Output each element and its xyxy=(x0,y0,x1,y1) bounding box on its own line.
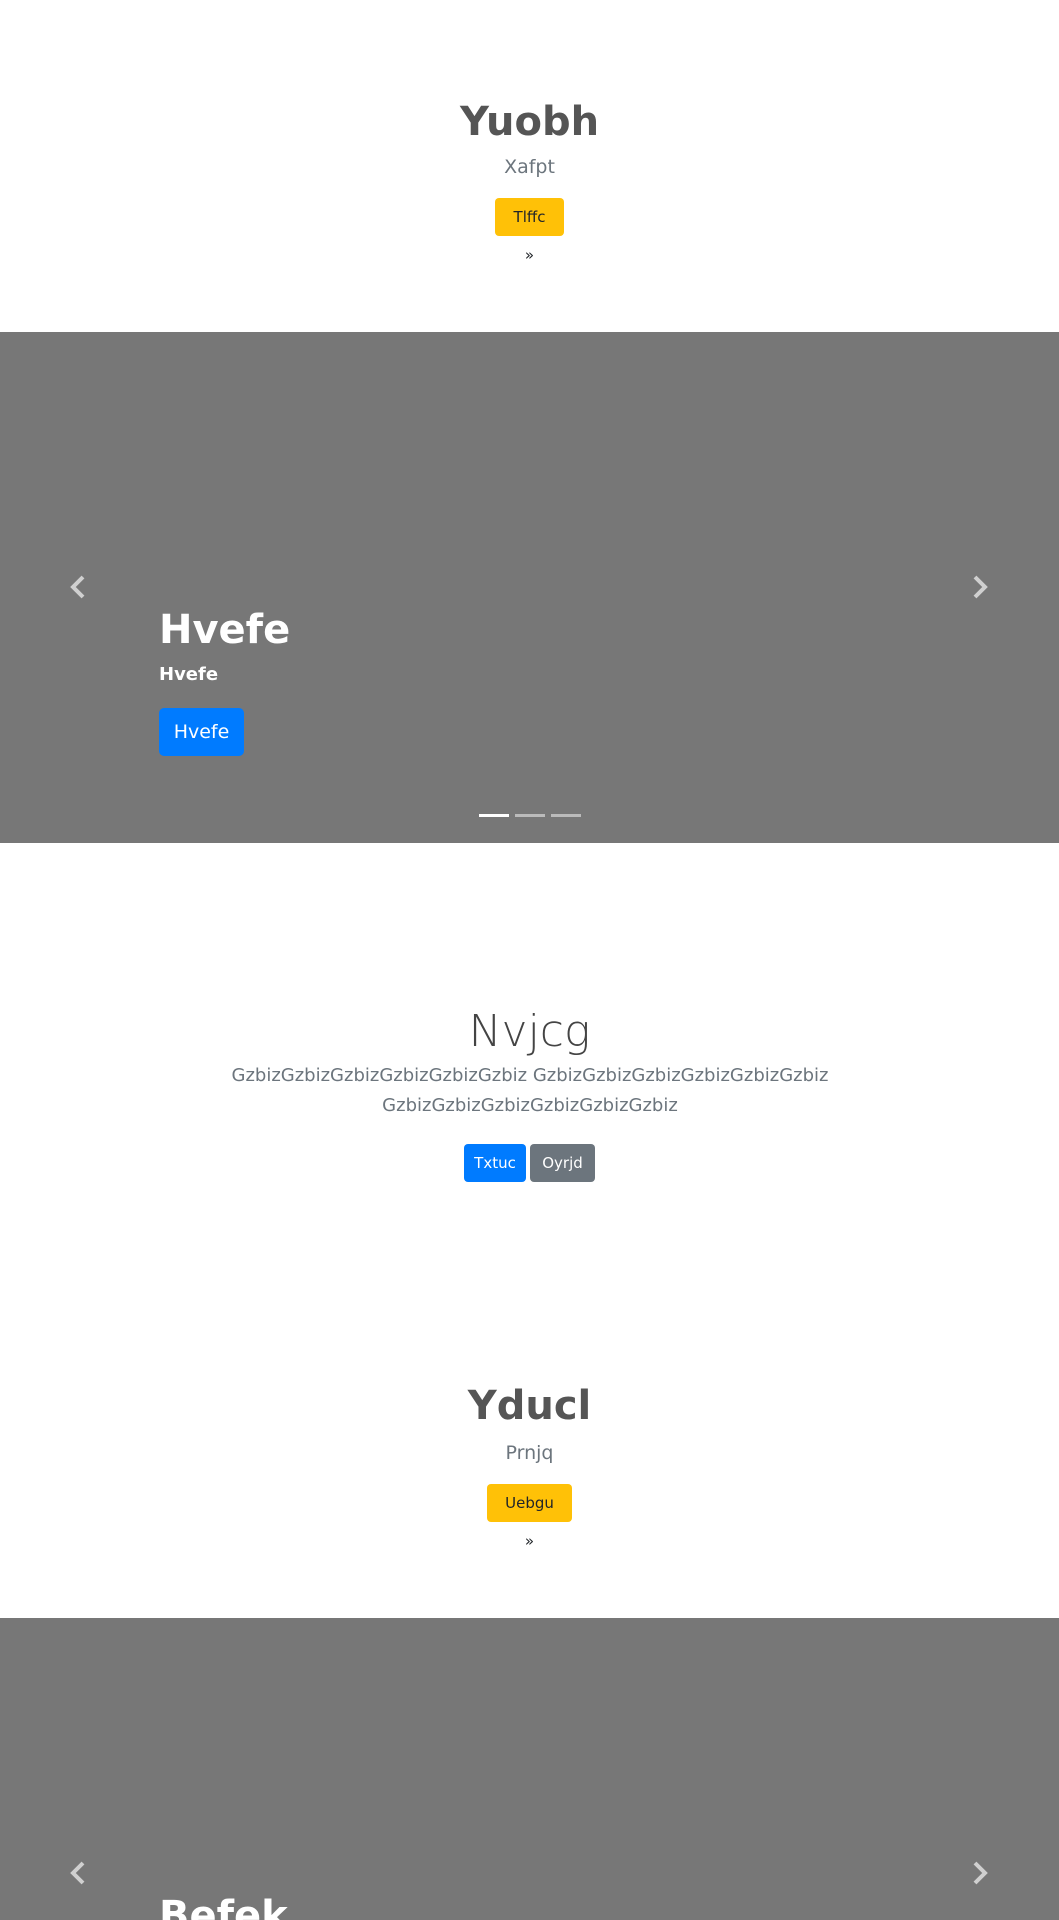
cta-section-1: Yuobh Xafpt Tlffc » xyxy=(0,0,1059,332)
chevron-left-icon xyxy=(70,575,85,599)
carousel-indicator-1[interactable] xyxy=(478,814,509,817)
carousel-prev-button[interactable] xyxy=(58,1853,98,1893)
carousel-indicator-3[interactable] xyxy=(550,814,581,817)
chevron-right-icon xyxy=(973,1861,988,1885)
carousel-next-button[interactable] xyxy=(960,1853,1000,1893)
chevron-right-icon xyxy=(973,575,988,599)
cta-button[interactable]: Tlffc » xyxy=(495,198,564,264)
carousel-2: Befek xyxy=(0,1618,1059,1920)
cta-subtitle: Xafpt xyxy=(504,156,555,178)
hero-section: Nvjcg GzbizGzbizGzbizGzbizGzbizGzbiz Gzb… xyxy=(0,843,1059,1288)
cta-title: Yuobh xyxy=(459,99,600,145)
slide-title: Befek xyxy=(159,1893,288,1920)
slide-button[interactable]: Hvefe xyxy=(159,708,244,756)
carousel-1: Hvefe Hvefe Hvefe xyxy=(0,332,1059,843)
slide-subtitle: Hvefe xyxy=(159,664,219,685)
cta-button[interactable]: Uebgu » xyxy=(487,1484,572,1550)
hero-title: Nvjcg xyxy=(468,1006,591,1057)
carousel-prev-button[interactable] xyxy=(58,567,98,607)
cta-subtitle: Prnjq xyxy=(505,1442,554,1464)
slide-title: Hvefe xyxy=(159,607,291,653)
hero-secondary-button[interactable]: Oyrjd xyxy=(530,1144,595,1182)
chevron-left-icon xyxy=(70,1861,85,1885)
cta-section-2: Yducl Prnjq Uebgu » xyxy=(0,1288,1059,1618)
carousel-next-button[interactable] xyxy=(960,567,1000,607)
hero-primary-button[interactable]: Txtuc xyxy=(464,1144,526,1182)
carousel-indicators xyxy=(0,814,1059,817)
carousel-indicator-2[interactable] xyxy=(514,814,545,817)
cta-title: Yducl xyxy=(467,1383,592,1429)
hero-lead: GzbizGzbizGzbizGzbizGzbizGzbiz GzbizGzbi… xyxy=(231,1065,829,1116)
